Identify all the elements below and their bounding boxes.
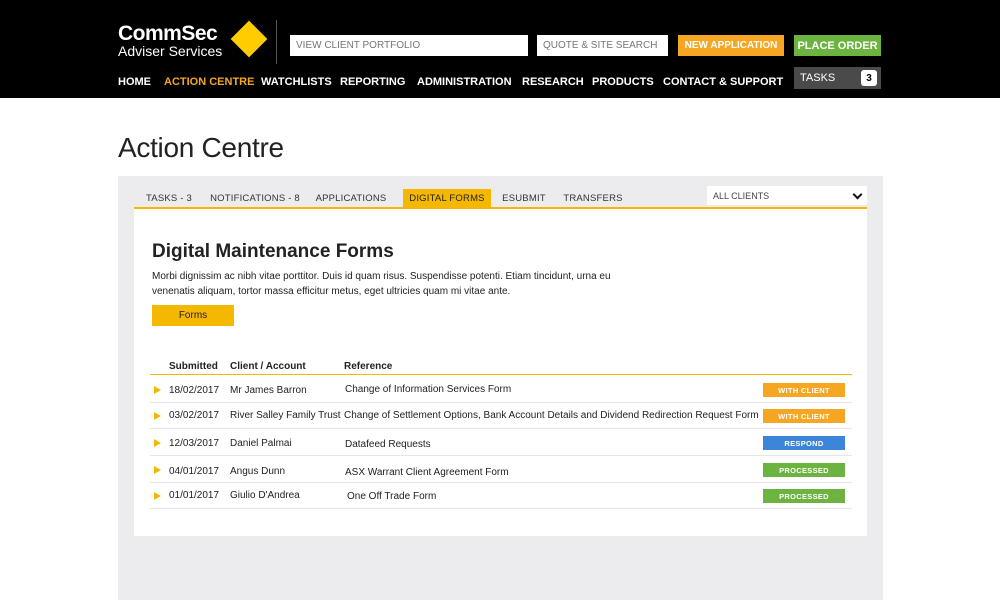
table-row[interactable]: 04/01/2017 Angus Dunn ASX Warrant Client… [150, 457, 852, 483]
new-application-button[interactable]: NEW APPLICATION [678, 35, 784, 56]
nav-products[interactable]: PRODUCTS [592, 76, 654, 88]
table-row[interactable]: 03/02/2017 River Salley Family Trust Cha… [150, 403, 852, 429]
header-divider [276, 20, 277, 64]
cell-submitted: 12/03/2017 [169, 438, 220, 449]
tab-underline [134, 207, 867, 209]
cell-client: Angus Dunn [230, 466, 286, 477]
nav-watchlists[interactable]: WATCHLISTS [261, 76, 332, 88]
tab-applications[interactable]: APPLICATIONS [312, 189, 390, 208]
cell-client: Giulio D'Andrea [230, 490, 300, 501]
status-badge: WITH CLIENT [763, 383, 845, 397]
nav-home[interactable]: HOME [118, 76, 151, 88]
section-description: Morbi dignissim ac nibh vitae porttitor.… [152, 271, 611, 297]
cell-client: Daniel Palmai [230, 438, 292, 449]
cell-submitted: 18/02/2017 [169, 385, 220, 396]
cell-client: Mr James Barron [230, 385, 307, 396]
expand-arrow-icon[interactable] [154, 386, 161, 394]
section-title: Digital Maintenance Forms [152, 241, 394, 262]
tasks-label: TASKS [800, 72, 836, 84]
expand-arrow-icon[interactable] [154, 412, 161, 420]
status-badge: PROCESSED [763, 489, 845, 503]
cell-client: River Salley Family Trust [230, 410, 341, 421]
brand-subtitle: Adviser Services [118, 43, 223, 59]
tab-tasks[interactable]: TASKS - 3 [140, 189, 198, 208]
nav-research[interactable]: RESEARCH [522, 76, 584, 88]
nav-contact-support[interactable]: CONTACT & SUPPORT [663, 76, 783, 88]
col-header-submitted[interactable]: Submitted [169, 361, 218, 372]
tab-esubmit[interactable]: ESUBMIT [498, 189, 550, 208]
tab-transfers[interactable]: TRANSFERS [560, 189, 626, 208]
status-badge: RESPOND [763, 436, 845, 450]
col-header-client[interactable]: Client / Account [230, 361, 306, 372]
table-row[interactable]: 01/01/2017 Giulio D'Andrea One Off Trade… [150, 483, 852, 509]
cell-submitted: 04/01/2017 [169, 466, 220, 477]
tasks-button[interactable]: TASKS 3 [794, 67, 881, 89]
cell-submitted: 03/02/2017 [169, 410, 220, 421]
nav-administration[interactable]: ADMINISTRATION [417, 76, 512, 88]
client-portfolio-input[interactable] [290, 35, 528, 56]
expand-arrow-icon[interactable] [154, 492, 161, 500]
tab-digital-forms[interactable]: DIGITAL FORMS [403, 189, 491, 208]
status-badge: PROCESSED [763, 463, 845, 477]
col-header-reference[interactable]: Reference [344, 361, 392, 372]
client-filter-select[interactable]: ALL CLIENTS [707, 186, 867, 205]
page-title: Action Centre [118, 132, 284, 163]
forms-button[interactable]: Forms [152, 305, 234, 326]
status-badge: WITH CLIENT [763, 409, 845, 423]
quote-search-input[interactable] [537, 35, 668, 56]
expand-arrow-icon[interactable] [154, 439, 161, 447]
chevron-down-icon [852, 189, 863, 200]
expand-arrow-icon[interactable] [154, 466, 161, 474]
table-row[interactable]: 12/03/2017 Daniel Palmai Datafeed Reques… [150, 430, 852, 456]
tab-notifications[interactable]: NOTIFICATIONS - 8 [206, 189, 304, 208]
cell-reference: One Off Trade Form [347, 491, 437, 502]
cell-reference: Datafeed Requests [345, 439, 431, 450]
cell-reference: Change of Information Services Form [345, 384, 512, 395]
nav-reporting[interactable]: REPORTING [340, 76, 405, 88]
cell-reference: ASX Warrant Client Agreement Form [345, 467, 509, 478]
cell-submitted: 01/01/2017 [169, 490, 220, 501]
table-row[interactable]: 18/02/2017 Mr James Barron Change of Inf… [150, 377, 852, 403]
place-order-button[interactable]: PLACE ORDER [794, 35, 881, 56]
client-filter-value: ALL CLIENTS [713, 190, 770, 201]
cell-reference: Change of Settlement Options, Bank Accou… [344, 410, 759, 421]
nav-action-centre[interactable]: ACTION CENTRE [164, 76, 254, 88]
tasks-count-badge: 3 [861, 70, 877, 86]
table-header-divider [150, 374, 852, 375]
